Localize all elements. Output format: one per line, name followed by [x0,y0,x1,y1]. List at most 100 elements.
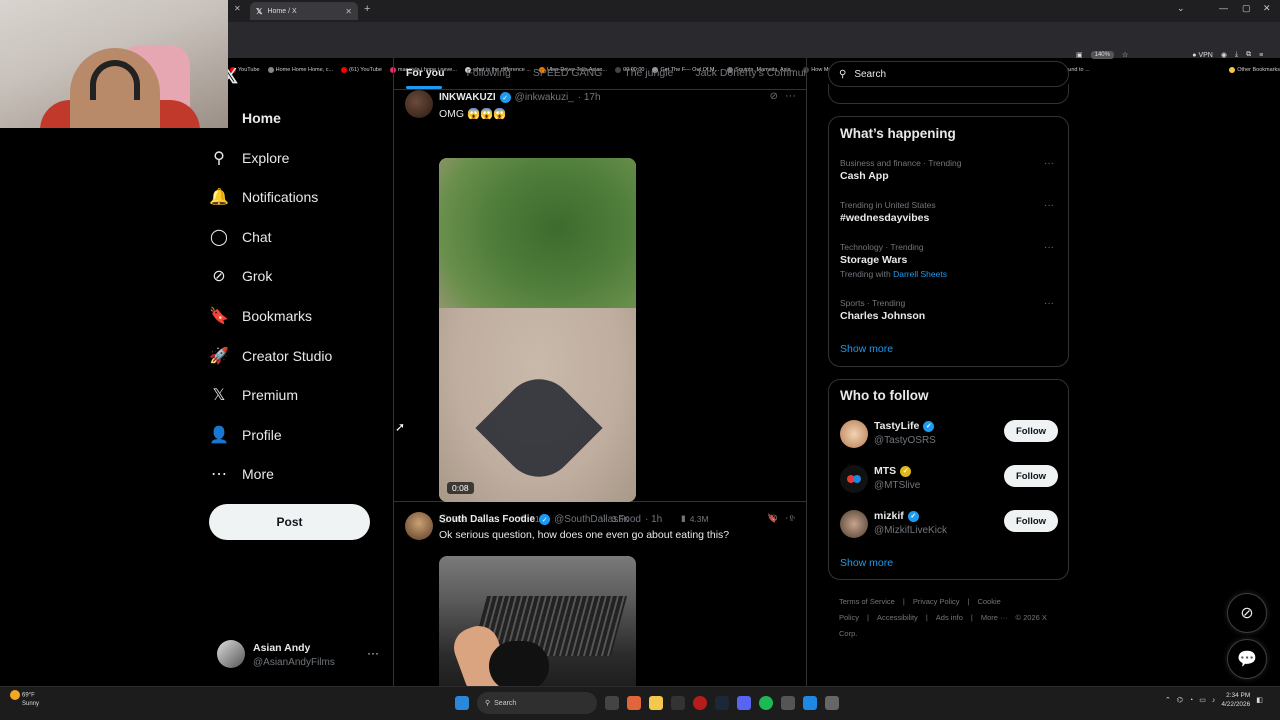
account-switcher[interactable]: Asian Andy @AsianAndyFilms ··· [217,640,382,670]
trend-item[interactable]: Business and finance · Trending Cash App… [840,158,1060,182]
show-more-follow-link[interactable]: Show more [840,557,893,569]
bookmark-item[interactable]: Home Home Home, c... [267,65,333,75]
sidebar-item-notifications[interactable]: 🔔 Notifications [209,179,380,215]
close-window-button[interactable]: ✕ [1263,3,1271,14]
notification-icon[interactable]: ◧ [1256,696,1263,704]
tweet[interactable]: South Dallas Foodie ✓ @SouthDallasFood ·… [394,510,806,686]
tweet-video[interactable] [439,556,636,686]
tweet-author-name[interactable]: INKWAKUZI [439,92,496,103]
bookmark-label: Other Bookmarks [1237,67,1280,73]
sidebar-item-more[interactable]: ⋯ More [210,456,380,492]
grok-icon[interactable]: ⊘ [770,91,778,102]
follow-suggestion[interactable]: MTS ✓ @MTSlive Follow [840,465,1060,499]
trend-item[interactable]: Sports · Trending Charles Johnson ··· [840,298,1060,322]
discord-icon[interactable] [737,696,751,710]
tab-dropdown-icon[interactable]: ⌄ [1177,3,1185,14]
trend-more-icon[interactable]: ··· [1044,242,1054,253]
tweet-avatar[interactable] [405,90,433,118]
grok-icon[interactable]: ⊘ [770,513,778,524]
tweet-avatar[interactable] [405,512,433,540]
vpn-button[interactable]: ● VPN [1192,52,1213,59]
chat-icon[interactable]: ▭ [1199,696,1206,704]
verified-org-badge-icon: ✓ [900,465,912,477]
bookmark-item[interactable]: Other Bookmarks [1229,65,1280,75]
tab-for-you[interactable]: For you [406,58,445,89]
browser-icon[interactable] [627,696,641,710]
file-explorer-icon[interactable] [649,696,663,710]
maximize-window-button[interactable]: ▢ [1242,3,1251,14]
sidebar-item-creator-studio[interactable]: 🚀 Creator Studio [209,338,380,374]
close-tab-icon[interactable]: ✕ [345,7,352,16]
footer-link[interactable]: More ··· [981,613,1008,622]
tweet[interactable]: INKWAKUZI ✓ @inkwakuzi_ · 17h ⊘ ··· OMG … [394,88,806,524]
follow-button[interactable]: Follow [1004,510,1058,532]
trend-item[interactable]: Technology · Trending Storage Wars Trend… [840,242,1060,279]
grok-floating-button[interactable]: ⊘ [1227,593,1267,633]
trend-more-icon[interactable]: ··· [1044,158,1054,169]
menu-icon[interactable]: ≡ [1259,52,1263,59]
tweet-time[interactable]: · 17h [578,92,601,103]
screen-icon[interactable]: ▣ [1076,51,1083,59]
sidebar-item-grok[interactable]: ⊘ Grok [210,258,380,294]
browser-tab-home[interactable]: 𝕏 Home / X ✕ [250,2,358,20]
spotify-icon[interactable] [759,696,773,710]
star-icon[interactable]: ☆ [1122,51,1128,59]
trend-more-icon[interactable]: ··· [1044,200,1054,211]
network-icon[interactable]: ⌬ [1177,696,1183,704]
minimize-window-button[interactable]: — [1219,3,1228,13]
tweet-video[interactable]: 0:08 [439,158,636,502]
tab-speed-gang[interactable]: SPEED GANG [533,58,602,89]
footer-link[interactable]: Privacy Policy [913,597,960,606]
download-icon[interactable]: ⤓ [1235,51,1238,59]
tweet-author-name[interactable]: South Dallas Foodie [439,514,535,525]
task-view-icon[interactable] [605,696,619,710]
obs-icon[interactable] [693,696,707,710]
volume-icon[interactable]: ♪ [1212,697,1216,704]
account-more-icon[interactable]: ··· [367,646,379,660]
show-more-trends-link[interactable]: Show more [840,343,893,355]
trend-with-link[interactable]: Darrell Sheets [893,269,947,279]
app-icon[interactable] [781,696,795,710]
system-clock[interactable]: 2:34 PM 4/22/2026 [1221,691,1250,709]
extensions-icon[interactable]: ⧉ [1246,51,1251,59]
steam-icon[interactable] [715,696,729,710]
trend-item[interactable]: Trending in United States #wednesdayvibe… [840,200,1060,224]
windows-start-icon[interactable] [455,696,469,710]
tab-the-jungle[interactable]: The jungle [624,58,673,89]
wifi-icon[interactable]: ◔ [1189,697,1193,704]
footer-link[interactable]: Terms of Service [839,597,895,606]
account-icon[interactable]: ◉ [1221,51,1227,59]
sidebar-item-profile[interactable]: 👤 Profile [209,417,380,453]
tweet-author-handle[interactable]: @inkwakuzi_ [515,92,574,103]
tray-chevron-icon[interactable]: ⌃ [1165,696,1171,704]
new-tab-button[interactable]: + [364,3,370,15]
sidebar-item-explore[interactable]: ⚲ Explore [210,140,380,176]
app-icon[interactable] [825,696,839,710]
follow-suggestion[interactable]: mizkif ✓ @MizkifLiveKick Follow [840,510,1060,544]
capcut-icon[interactable] [671,696,685,710]
tweet-more-icon[interactable]: ··· [785,512,796,524]
messages-floating-button[interactable]: 💬 [1227,639,1267,679]
footer-link[interactable]: Ads info [936,613,963,622]
weather-widget[interactable]: 69°F Sunny [10,690,39,708]
trend-more-icon[interactable]: ··· [1044,298,1054,309]
follow-button[interactable]: Follow [1004,420,1058,442]
tweet-author-handle[interactable]: @SouthDallasFood [554,514,641,525]
bookmark-item[interactable]: (61) YouTube [341,65,382,75]
sidebar-item-home[interactable]: ⌂Home [210,100,380,136]
close-tab-icon[interactable]: ✕ [234,4,241,13]
sidebar-item-chat[interactable]: ◯ Chat [210,219,380,255]
tweet-time[interactable]: · 1h [645,514,662,525]
taskbar-search[interactable]: ⚲ Search [477,692,597,714]
tab-following[interactable]: Following [467,58,511,89]
sidebar-item-bookmarks[interactable]: 🔖 Bookmarks [209,298,380,334]
post-button[interactable]: Post [209,504,370,540]
follow-suggestion[interactable]: TastyLife ✓ @TastyOSRS Follow [840,420,1060,454]
sidebar-item-premium[interactable]: 𝕏 Premium [210,377,380,413]
footer-link[interactable]: Accessibility [877,613,918,622]
edge-icon[interactable] [803,696,817,710]
zoom-level[interactable]: 140% [1090,51,1114,59]
tweet-more-icon[interactable]: ··· [785,90,796,102]
tab-jack-doherty-s-commun[interactable]: Jack Doherty's Commun [695,58,806,89]
follow-button[interactable]: Follow [1004,465,1058,487]
